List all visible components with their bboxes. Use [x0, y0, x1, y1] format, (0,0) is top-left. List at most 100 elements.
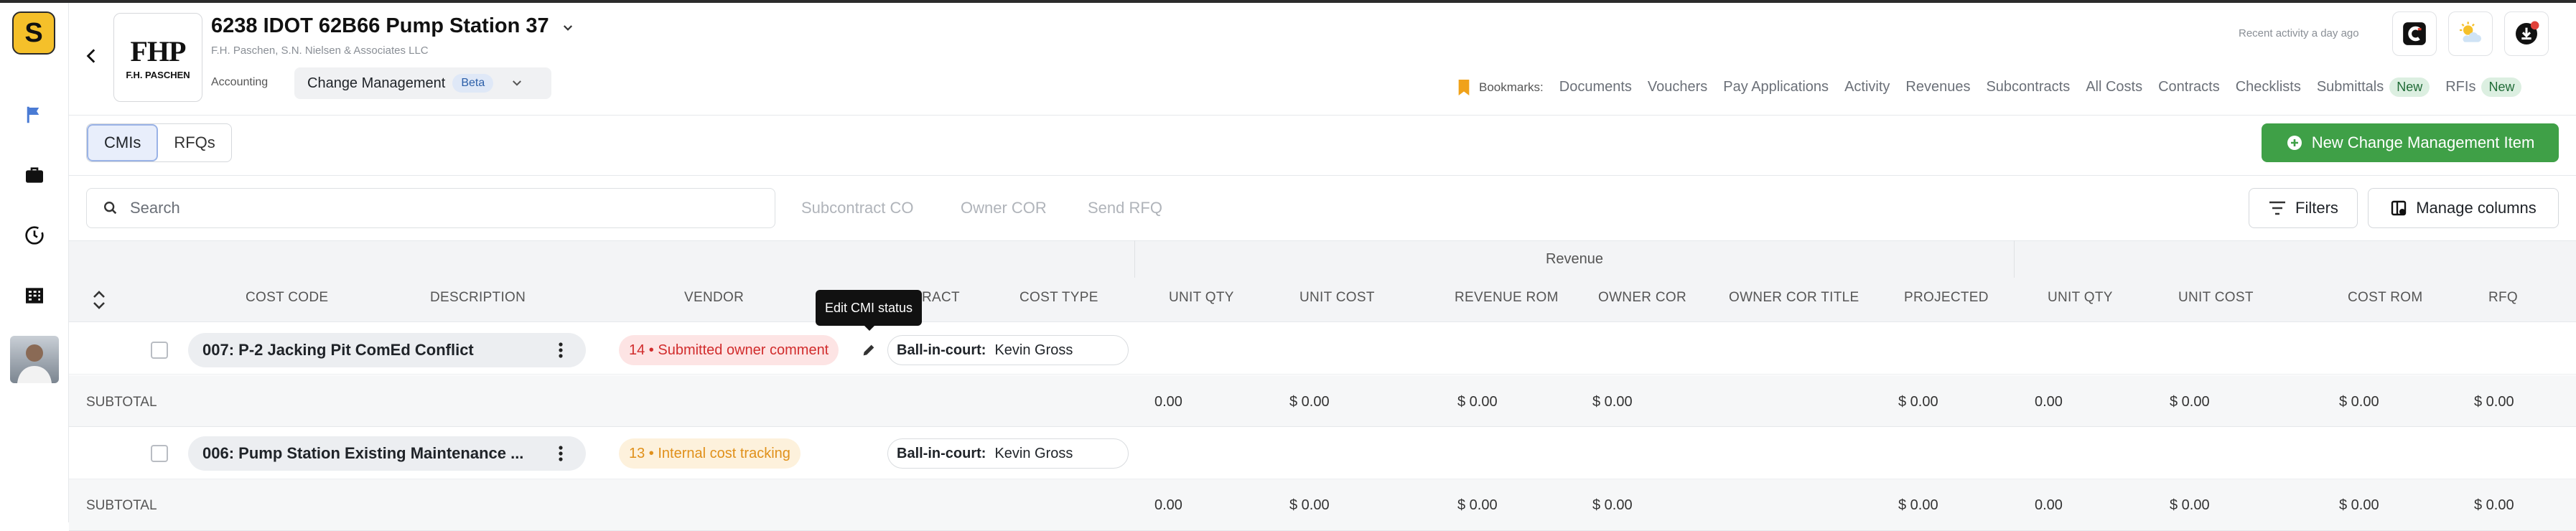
subtotal-projected: $ 0.00 [1898, 394, 1938, 410]
user-avatar[interactable] [10, 336, 59, 383]
columns-settings-icon [2391, 200, 2407, 216]
manage-columns-button[interactable]: Manage columns [2368, 188, 2559, 228]
column-header-unit-cost[interactable]: UNIT COST [1299, 290, 1375, 306]
column-header-cost-type[interactable]: COST TYPE [1019, 290, 1098, 306]
pencil-icon[interactable] [859, 340, 879, 360]
expand-collapse-icon[interactable] [86, 287, 112, 313]
bookmark-pay-applications[interactable]: Pay Applications [1723, 79, 1829, 95]
briefcase-icon[interactable] [20, 161, 49, 189]
project-logo-text: FHP [130, 35, 187, 67]
chevron-down-icon[interactable] [559, 19, 577, 37]
more-options-icon[interactable] [550, 439, 571, 468]
column-header-unit-qty[interactable]: UNIT QTY [1169, 290, 1234, 306]
bookmark-all-costs[interactable]: All Costs [2086, 79, 2142, 95]
column-header-unit-qty-cost[interactable]: UNIT QTY [2048, 290, 2113, 306]
column-header-revenue-rom[interactable]: REVENUE ROM [1455, 290, 1559, 306]
column-header-projected[interactable]: PROJECTED [1904, 290, 1989, 306]
owner-cor-button[interactable]: Owner COR [961, 188, 1047, 228]
ball-in-court-value: Kevin Gross [994, 342, 1073, 358]
more-options-icon[interactable] [550, 336, 571, 365]
column-header-contract[interactable]: RACT [922, 290, 960, 306]
plus-circle-icon [2287, 136, 2302, 150]
new-cmi-button[interactable]: New Change Management Item [2262, 123, 2559, 162]
bookmark-contracts[interactable]: Contracts [2158, 79, 2220, 95]
building-icon[interactable] [20, 281, 49, 310]
bookmark-icon [1458, 79, 1470, 95]
subtotal-cost-rom: $ 0.00 [2339, 497, 2379, 513]
filters-button[interactable]: Filters [2249, 188, 2358, 228]
subtotal-revenue-rom: $ 0.00 [1457, 394, 1498, 410]
download-notification-icon[interactable] [2504, 11, 2549, 56]
group-header-revenue: Revenue [1134, 240, 2015, 278]
tab-group: CMIs RFQs [86, 123, 232, 162]
subtotal-cost-unit-qty: 0.00 [2035, 497, 2063, 513]
subtotal-unit-cost: $ 0.00 [1289, 394, 1330, 410]
project-title[interactable]: 6238 IDOT 62B66 Pump Station 37 [211, 14, 549, 38]
filters-button-label: Filters [2295, 199, 2338, 217]
ball-in-court-value: Kevin Gross [994, 445, 1073, 461]
subtotal-rfq: $ 0.00 [2474, 394, 2514, 410]
subtotal-revenue-rom: $ 0.00 [1457, 497, 1498, 513]
tab-cmis[interactable]: CMIs [87, 124, 159, 161]
subtotal-unit-qty: 0.00 [1154, 394, 1182, 410]
bookmarks-bar: Bookmarks: Documents Vouchers Pay Applic… [1456, 77, 2522, 97]
column-header-vendor[interactable]: VENDOR [684, 290, 744, 306]
toolbar-divider [69, 175, 2576, 176]
flag-icon[interactable] [20, 100, 49, 129]
subtotal-cost-unit-qty: 0.00 [2035, 394, 2063, 410]
module-select-label: Change Management [307, 75, 446, 91]
subcontract-co-button[interactable]: Subcontract CO [801, 188, 914, 228]
new-cmi-button-label: New Change Management Item [2311, 133, 2535, 151]
left-rail [0, 3, 69, 522]
bookmark-checklists[interactable]: Checklists [2236, 79, 2301, 95]
column-header-description[interactable]: DESCRIPTION [430, 290, 526, 306]
bookmark-submittals[interactable]: Submittals [2317, 79, 2384, 95]
history-icon[interactable] [20, 221, 49, 250]
window-top-border [0, 0, 2576, 3]
subtotal-owner-cor: $ 0.00 [1592, 497, 1633, 513]
subtotal-rfq: $ 0.00 [2474, 497, 2514, 513]
bookmark-subcontracts[interactable]: Subcontracts [1986, 79, 2070, 95]
search-box [86, 188, 775, 228]
subtotal-cost-rom: $ 0.00 [2339, 394, 2379, 410]
company-app-icon[interactable] [2392, 11, 2437, 56]
subtotal-label: SUBTOTAL [86, 395, 157, 410]
cmi-status-badge[interactable]: 14 • Submitted owner comment [619, 335, 839, 365]
tab-rfqs[interactable]: RFQs [158, 124, 230, 161]
subtotal-label: SUBTOTAL [86, 498, 157, 513]
weather-icon[interactable] [2448, 11, 2493, 56]
cmi-title-pill[interactable]: 007: P-2 Jacking Pit ComEd Conflict [188, 333, 586, 367]
bookmark-documents[interactable]: Documents [1559, 79, 1632, 95]
row-checkbox[interactable] [151, 342, 168, 359]
ball-in-court-field[interactable]: Ball-in-court: Kevin Gross [887, 335, 1129, 365]
bookmark-revenues[interactable]: Revenues [1905, 79, 1970, 95]
new-badge: New [2481, 77, 2522, 97]
send-rfq-button[interactable]: Send RFQ [1088, 188, 1162, 228]
back-button[interactable] [78, 42, 106, 70]
column-header-owner-cor[interactable]: OWNER COR [1598, 290, 1686, 306]
project-company: F.H. Paschen, S.N. Nielsen & Associates … [211, 44, 429, 57]
ball-in-court-field[interactable]: Ball-in-court: Kevin Gross [887, 438, 1129, 469]
column-header-unit-cost-cost[interactable]: UNIT COST [2178, 290, 2254, 306]
subtotal-unit-qty: 0.00 [1154, 497, 1182, 513]
column-header-cost-code[interactable]: COST CODE [246, 290, 328, 306]
column-header-owner-cor-title[interactable]: OWNER COR TITLE [1729, 290, 1859, 306]
search-input[interactable] [130, 199, 704, 217]
manage-columns-button-label: Manage columns [2416, 199, 2537, 217]
subtotal-owner-cor: $ 0.00 [1592, 394, 1633, 410]
tooltip-arrow [863, 324, 876, 331]
subtotal-projected: $ 0.00 [1898, 497, 1938, 513]
column-header-rfq[interactable]: RFQ [2488, 290, 2518, 306]
cmi-status-badge[interactable]: 13 • Internal cost tracking [619, 438, 801, 469]
app-logo-letter: S [24, 17, 43, 48]
accounting-link[interactable]: Accounting [211, 76, 268, 89]
bookmark-vouchers[interactable]: Vouchers [1648, 79, 1707, 95]
bookmark-rfis[interactable]: RFIs [2445, 79, 2475, 95]
app-logo[interactable]: S [12, 11, 55, 55]
module-select[interactable]: Change Management Beta [294, 67, 551, 99]
project-logo: FHP F.H. PASCHEN [113, 13, 202, 102]
column-header-cost-rom[interactable]: COST ROM [2348, 290, 2422, 306]
row-checkbox[interactable] [151, 445, 168, 462]
bookmark-activity[interactable]: Activity [1844, 79, 1890, 95]
cmi-title-pill[interactable]: 006: Pump Station Existing Maintenance .… [188, 436, 586, 471]
